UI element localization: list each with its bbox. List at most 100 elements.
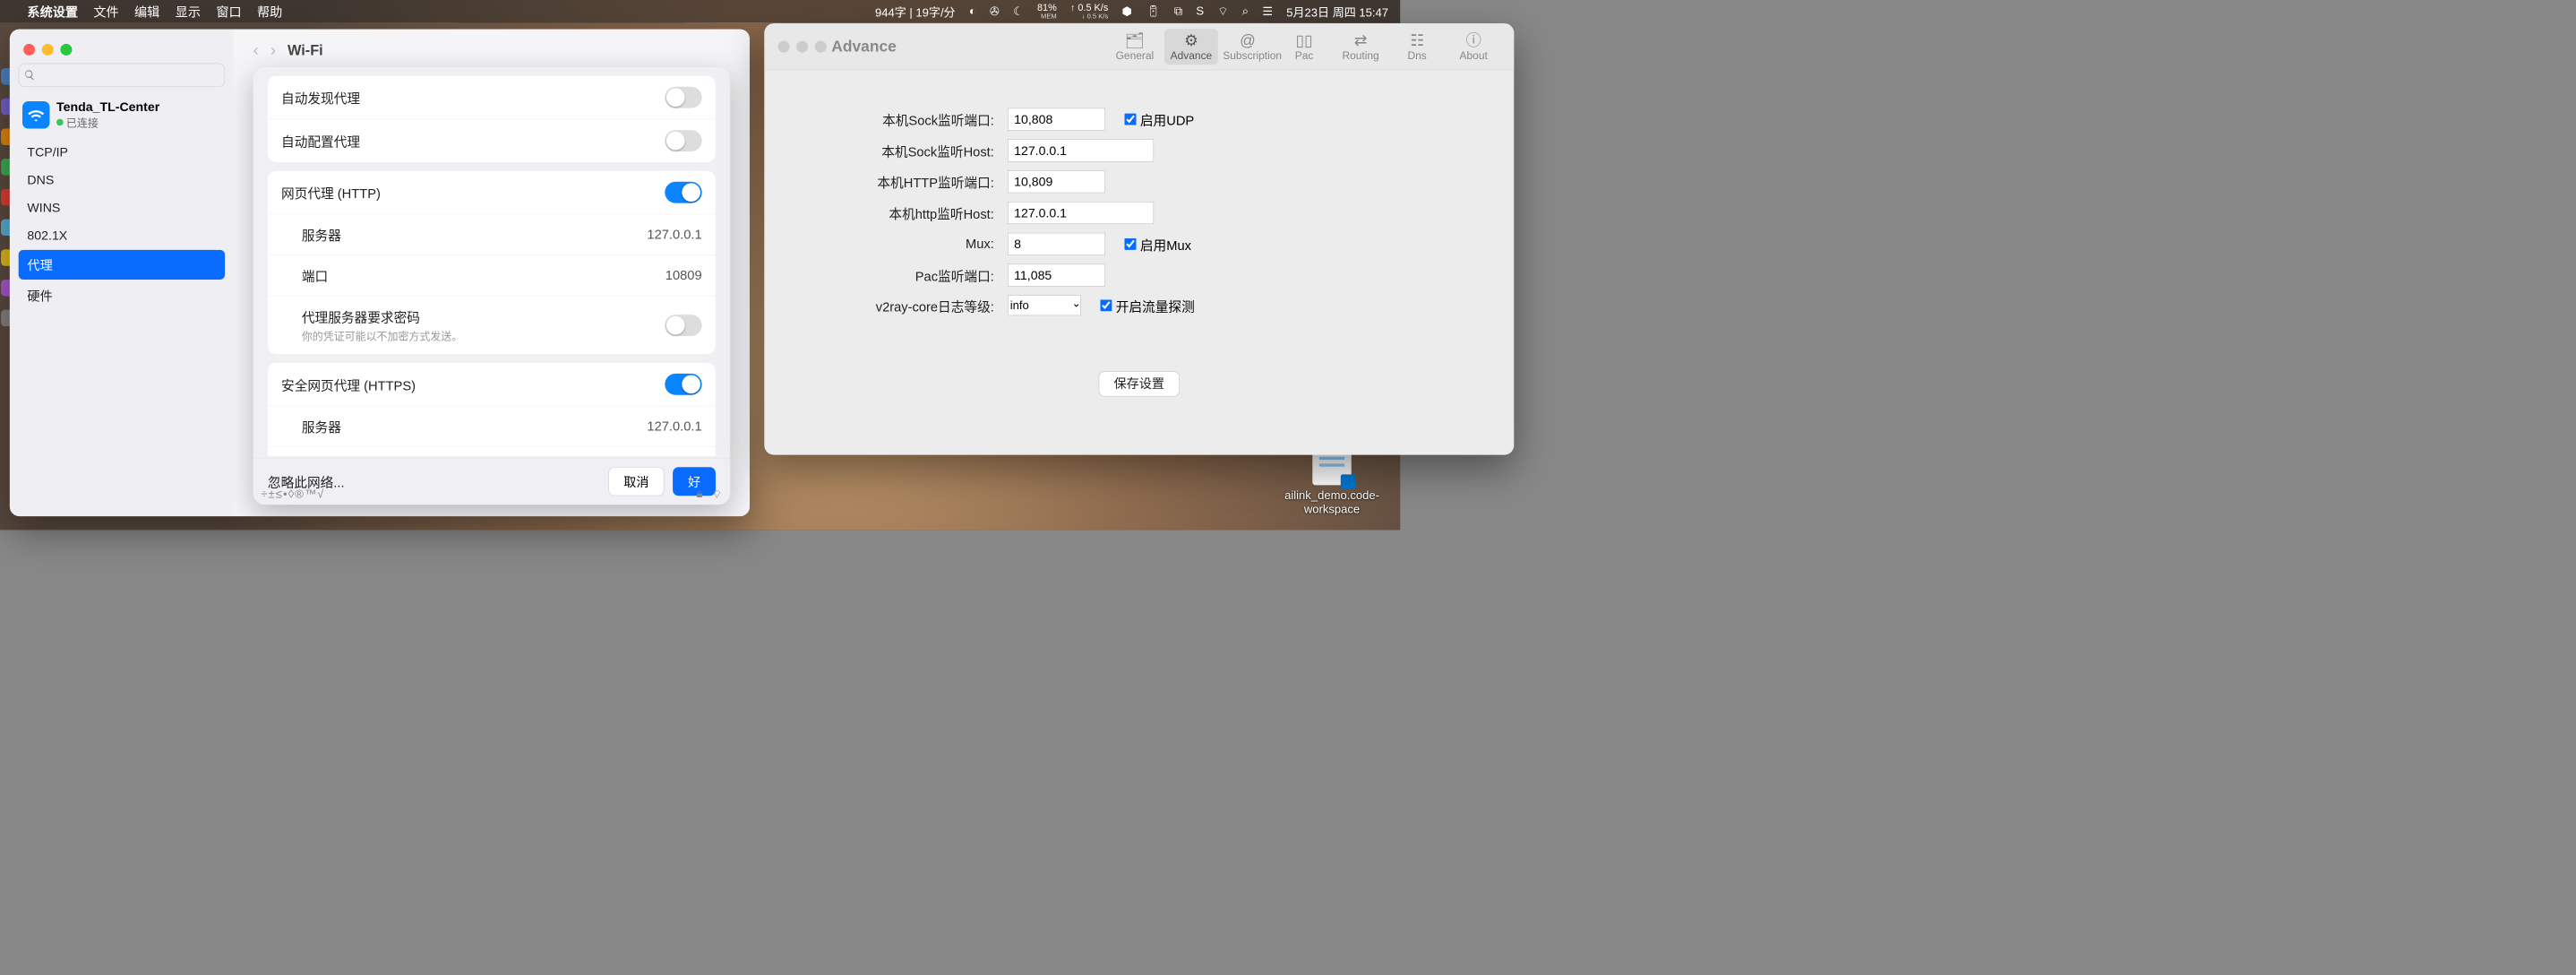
save-button[interactable]: 保存设置 <box>1099 371 1180 396</box>
spotlight-icon[interactable]: ⌕ <box>1242 4 1249 18</box>
log-level-label: v2ray-core日志等级: <box>803 296 1008 315</box>
auto-discover-toggle[interactable] <box>665 87 701 108</box>
proxy-auth-toggle[interactable] <box>665 315 701 336</box>
page-title: Wi-Fi <box>288 42 323 58</box>
advance-title: Advance <box>831 38 896 56</box>
tab-dns[interactable]: ☷Dns <box>1390 29 1444 65</box>
https-server-value[interactable]: 127.0.0.1 <box>648 418 702 434</box>
sidebar-item-proxy[interactable]: 代理 <box>19 250 225 280</box>
sniff-label: 开启流量探测 <box>1116 296 1195 315</box>
https-server-label: 服务器 <box>302 417 341 436</box>
http-server-label: 服务器 <box>302 225 341 244</box>
proxy-auth-hint: 你的凭证可能以不加密方式发送。 <box>302 328 462 343</box>
sniff-checkbox[interactable] <box>1100 299 1112 311</box>
auto-discover-label: 自动发现代理 <box>281 88 360 107</box>
mux-label: Mux: <box>803 237 1008 252</box>
enable-udp-label: 启用UDP <box>1140 110 1194 129</box>
http-host-input[interactable] <box>1008 202 1154 224</box>
current-network[interactable]: Tenda_TL-Center 已连接 <box>22 99 221 130</box>
enable-udp-checkbox[interactable] <box>1124 114 1136 125</box>
tab-pac[interactable]: ▯▯Pac <box>1277 29 1331 65</box>
http-proxy-label: 网页代理 (HTTP) <box>281 183 381 202</box>
sock-host-label: 本机Sock监听Host: <box>803 141 1008 160</box>
app-menu[interactable]: 系统设置 <box>27 2 78 20</box>
sock-port-input[interactable] <box>1008 108 1105 131</box>
pac-port-label: Pac监听端口: <box>803 265 1008 284</box>
menu-window[interactable]: 窗口 <box>216 2 241 20</box>
sogou-icon[interactable]: S <box>1196 4 1204 18</box>
control-center-icon[interactable]: ☰ <box>1262 4 1273 19</box>
enable-mux-checkbox[interactable] <box>1124 238 1136 250</box>
general-icon: 🗂︎ <box>1110 32 1159 47</box>
sidebar-item-wins[interactable]: WINS <box>19 194 225 221</box>
typing-stat: 944字 | 19字/分 <box>875 3 956 20</box>
wechat-icon[interactable]: ✇ <box>990 4 1000 19</box>
proxy-auth-label: 代理服务器要求密码 <box>302 306 462 325</box>
http-port-label: 本机HTTP监听端口: <box>803 172 1008 191</box>
zoom-button[interactable] <box>60 44 72 56</box>
tab-advance[interactable]: ⚙︎Advance <box>1164 29 1218 65</box>
at-icon: @ <box>1223 32 1272 47</box>
sidebar-item-dns[interactable]: DNS <box>19 167 225 194</box>
advance-tabs: 🗂︎General ⚙︎Advance @Subscription ▯▯Pac … <box>1108 29 1500 65</box>
sidebar-item-hardware[interactable]: 硬件 <box>19 280 225 310</box>
tab-general[interactable]: 🗂︎General <box>1108 29 1162 65</box>
tab-routing[interactable]: ⇄Routing <box>1334 29 1387 65</box>
settings-content: ‹ › Wi-Fi 自动发现代理 自动配置代理 网页代理 (HTTP) 服务器1… <box>234 30 750 517</box>
wifi-footer-icon[interactable]: ⌔ <box>711 488 722 502</box>
clock[interactable]: 5月23日 周四 15:47 <box>1286 3 1388 20</box>
http-server-value[interactable]: 127.0.0.1 <box>648 227 702 242</box>
window-controls <box>23 44 72 56</box>
pac-port-input[interactable] <box>1008 264 1105 287</box>
sock-port-label: 本机Sock监听端口: <box>803 110 1008 129</box>
desktop-file-label: ailink_demo.code-workspace <box>1278 489 1386 516</box>
menu-file[interactable]: 文件 <box>93 2 118 20</box>
sidebar-item-8021x[interactable]: 802.1X <box>19 222 225 249</box>
http-proxy-toggle[interactable] <box>665 182 701 203</box>
close-button[interactable] <box>23 44 35 56</box>
https-proxy-label: 安全网页代理 (HTTPS) <box>281 375 416 393</box>
menu-edit[interactable]: 编辑 <box>134 2 159 20</box>
info-icon: ⓘ <box>1448 32 1498 47</box>
http-port-label: 端口 <box>302 266 328 285</box>
sidebar-item-tcpip[interactable]: TCP/IP <box>19 139 225 166</box>
screenshot-icon[interactable]: ⧉ <box>1174 4 1182 18</box>
nav-back-icon[interactable]: ‹ <box>253 41 259 60</box>
wifi-icon[interactable]: ⌔ <box>1217 4 1228 18</box>
menu-view[interactable]: 显示 <box>176 2 201 20</box>
zoom-button[interactable] <box>815 41 827 53</box>
auto-config-label: 自动配置代理 <box>281 131 360 150</box>
http-port-input[interactable] <box>1008 170 1105 193</box>
connection-status: 已连接 <box>56 115 159 130</box>
mux-input[interactable] <box>1008 233 1105 255</box>
vscode-badge-icon <box>1341 474 1355 488</box>
auto-config-toggle[interactable] <box>665 130 701 151</box>
minimize-button[interactable] <box>796 41 808 53</box>
log-level-select[interactable]: info <box>1008 295 1081 315</box>
advance-window: Advance 🗂︎General ⚙︎Advance @Subscriptio… <box>764 23 1514 455</box>
tab-about[interactable]: ⓘAbout <box>1447 29 1500 65</box>
character-palette: ÷±≤•◊®™√ <box>261 488 324 501</box>
https-proxy-toggle[interactable] <box>665 374 701 395</box>
tab-subscription[interactable]: @Subscription <box>1221 29 1275 65</box>
cube-icon[interactable]: ⬢ <box>1121 4 1131 19</box>
menu-help[interactable]: 帮助 <box>257 2 282 20</box>
search-field[interactable] <box>19 64 225 87</box>
dns-icon: ☷ <box>1392 32 1441 47</box>
window-controls-inactive <box>778 41 827 53</box>
lock-icon[interactable]: 🔒︎ <box>697 488 703 502</box>
battery-icon[interactable]: 🔋︎ <box>1146 4 1161 19</box>
http-port-value[interactable]: 10809 <box>665 268 702 283</box>
advance-form: 本机Sock监听端口: 启用UDP 本机Sock监听Host: 本机HTTP监听… <box>764 70 1514 421</box>
status-icon-1[interactable]: ◐ <box>969 4 976 18</box>
sock-host-input[interactable] <box>1008 139 1154 161</box>
ssid-label: Tenda_TL-Center <box>56 99 159 115</box>
battery-percent[interactable]: 81%MEM <box>1037 3 1057 19</box>
moon-icon[interactable]: ☾ <box>1013 4 1024 19</box>
minimize-button[interactable] <box>42 44 54 56</box>
wifi-badge-icon <box>22 101 49 128</box>
proxy-sheet: 自动发现代理 自动配置代理 网页代理 (HTTP) 服务器 127.0.0.1 端… <box>253 67 731 505</box>
close-button[interactable] <box>778 41 790 53</box>
menubar: 系统设置 文件 编辑 显示 窗口 帮助 944字 | 19字/分 ◐ ✇ ☾ 8… <box>0 0 1400 22</box>
book-icon: ▯▯ <box>1279 32 1328 47</box>
